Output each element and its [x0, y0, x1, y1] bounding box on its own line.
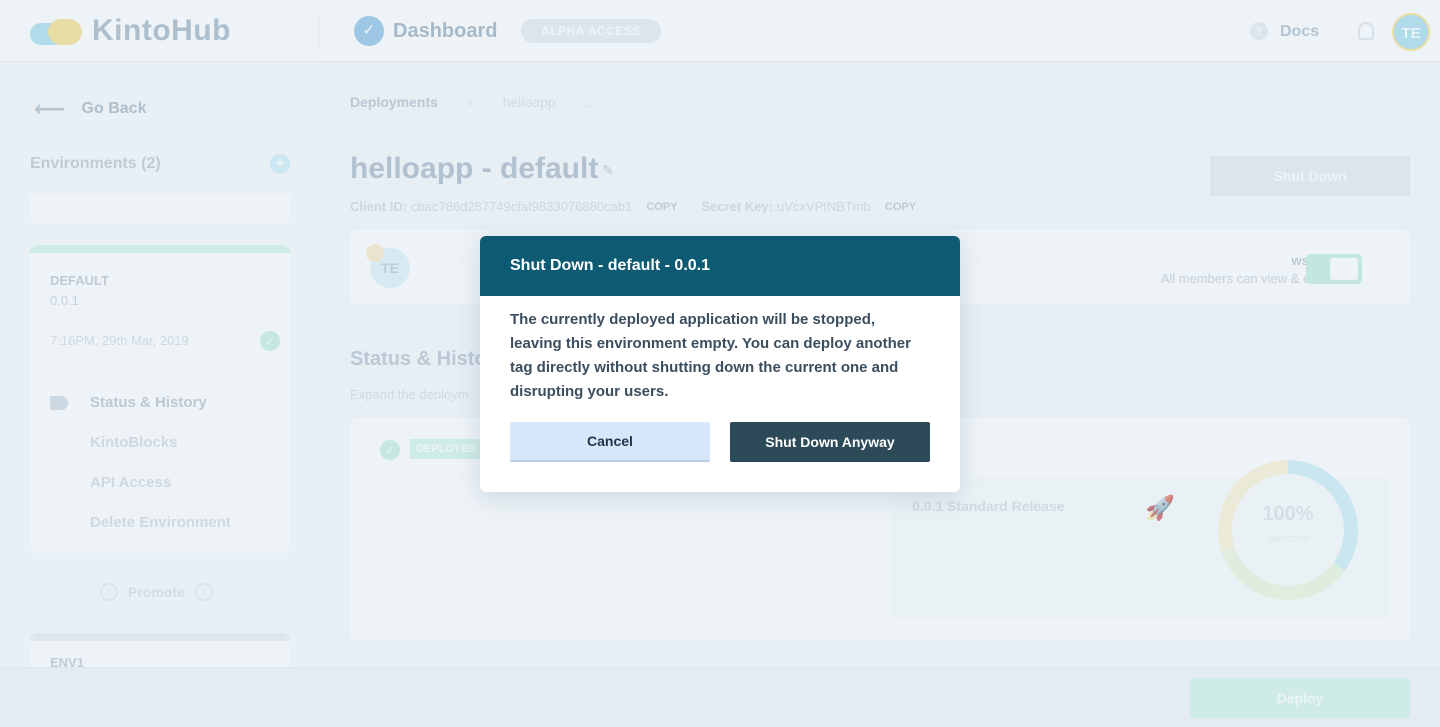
shutdown-modal: Shut Down - default - 0.0.1 The currentl…	[480, 236, 960, 492]
shut-down-anyway-button[interactable]: Shut Down Anyway	[730, 422, 930, 462]
donut-percent: 100%	[1262, 503, 1314, 525]
modal-title: Shut Down - default - 0.0.1	[480, 236, 960, 296]
modal-message: The currently deployed application will …	[510, 311, 911, 400]
donut-label: Success	[1267, 533, 1309, 545]
modal-actions: Cancel Shut Down Anyway	[510, 422, 930, 462]
cancel-button[interactable]: Cancel	[510, 422, 710, 462]
